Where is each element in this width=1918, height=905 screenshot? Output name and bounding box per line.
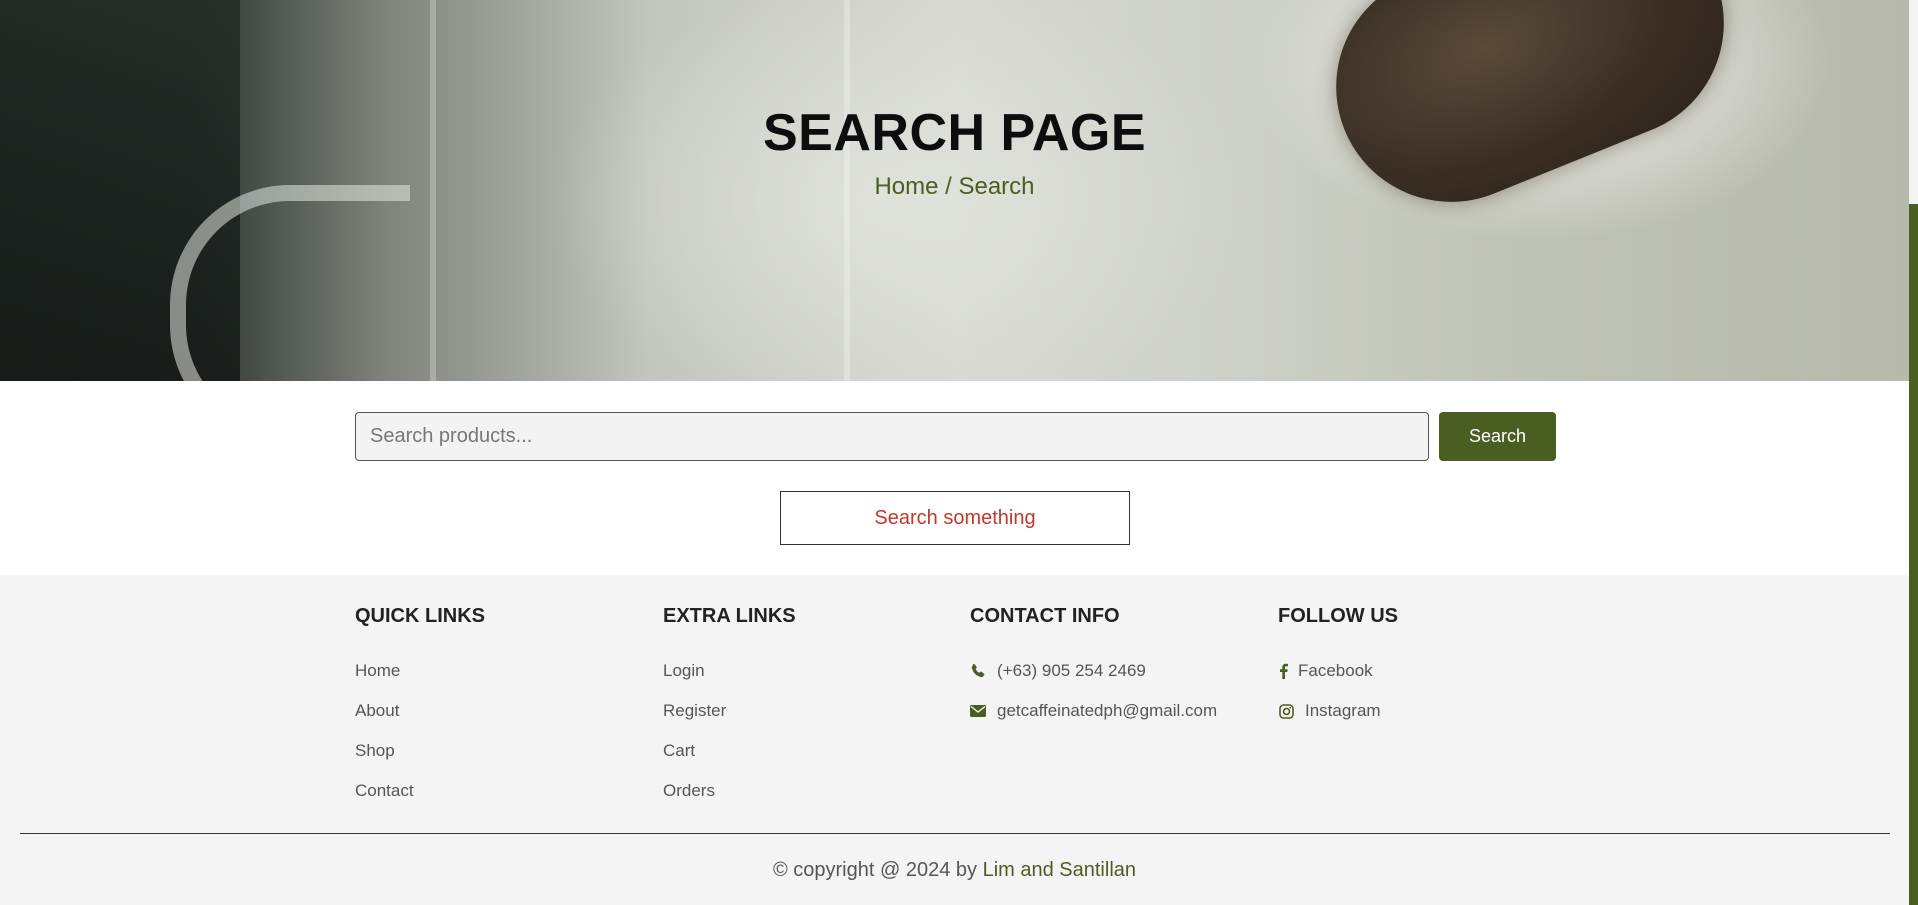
footer-link-contact[interactable]: Contact (355, 771, 485, 811)
breadcrumb[interactable]: Home / Search (0, 173, 1909, 201)
footer-link-orders[interactable]: Orders (663, 771, 796, 811)
facebook-icon (1278, 663, 1288, 679)
footer-link-cart[interactable]: Cart (663, 731, 796, 771)
footer-link-home[interactable]: Home (355, 651, 485, 691)
page: SEARCH PAGE Home / Search Search Search … (0, 0, 1909, 905)
instagram-icon (1278, 703, 1294, 719)
empty-results-message: Search something (780, 491, 1130, 545)
contact-phone[interactable]: (+63) 905 254 2469 (970, 651, 1217, 691)
page-title: SEARCH PAGE (762, 104, 1147, 162)
footer-extra-links: EXTRA LINKS Login Register Cart Orders (663, 605, 796, 811)
footer-link-shop[interactable]: Shop (355, 731, 485, 771)
footer: QUICK LINKS Home About Shop Contact EXTR… (0, 575, 1909, 905)
footer-link-register[interactable]: Register (663, 691, 796, 731)
contact-email[interactable]: getcaffeinatedph@gmail.com (970, 691, 1217, 731)
footer-quick-links: QUICK LINKS Home About Shop Contact (355, 605, 485, 811)
contact-phone-text: (+63) 905 254 2469 (997, 661, 1146, 680)
search-button[interactable]: Search (1439, 412, 1556, 461)
social-facebook-label: Facebook (1298, 661, 1373, 680)
copyright-authors: Lim and Santillan (982, 859, 1137, 881)
footer-link-login[interactable]: Login (663, 651, 796, 691)
footer-follow-us: FOLLOW US Facebook Instagram (1278, 605, 1398, 731)
footer-heading: FOLLOW US (1278, 605, 1398, 627)
contact-email-text: getcaffeinatedph@gmail.com (997, 701, 1218, 720)
envelope-icon (970, 703, 986, 719)
phone-icon (970, 663, 986, 679)
scrollbar-thumb[interactable] (1909, 204, 1918, 905)
social-instagram-label: Instagram (1305, 701, 1381, 720)
footer-link-about[interactable]: About (355, 691, 485, 731)
social-instagram[interactable]: Instagram (1278, 691, 1398, 731)
copyright: © copyright @ 2024 by Lim and Santillan (0, 859, 1909, 882)
social-facebook[interactable]: Facebook (1278, 651, 1398, 691)
footer-heading: QUICK LINKS (355, 605, 485, 627)
hero-banner: SEARCH PAGE Home / Search (0, 0, 1909, 381)
footer-divider (20, 833, 1890, 834)
footer-contact-info: CONTACT INFO (+63) 905 254 2469 getcaffe… (970, 605, 1217, 731)
copyright-prefix: © copyright @ 2024 by (772, 859, 978, 881)
search-input[interactable] (355, 412, 1429, 461)
footer-heading: CONTACT INFO (970, 605, 1120, 627)
footer-heading: EXTRA LINKS (663, 605, 796, 627)
